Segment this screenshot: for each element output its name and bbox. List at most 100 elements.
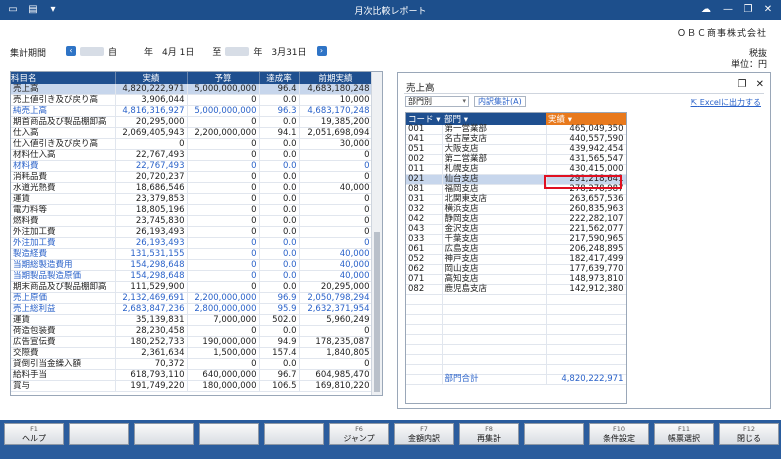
next-period-button[interactable]: › [316,46,327,56]
table-cell: 0.0 [259,259,300,272]
table-row[interactable]: 011 札幌支店 430,415,000 [406,164,626,176]
table-cell [442,294,547,306]
table-row[interactable]: 荷造包装費 28,230,458 0 0.0 0 [11,325,373,338]
table-row[interactable]: 運賃 23,379,853 0 0.0 0 [11,193,373,206]
function-key-button[interactable] [69,423,129,445]
function-key-button[interactable]: F6 ジャンプ [329,423,389,445]
table-row[interactable]: 042 静岡支店 222,282,107 [406,214,626,226]
table-row[interactable]: 売上原価 2,132,469,691 2,200,000,000 96.9 2,050,… [11,292,373,305]
period-selector: ‹ 自 年 4月 1日 至 年 3月31日 › [66,45,327,58]
table-row[interactable]: 当期総製造費用 154,298,648 0 0.0 40,000 [11,259,373,272]
column-header[interactable]: 前期実績 [299,72,373,84]
period-from: 自 年 4月 1日 [108,47,195,58]
table-row[interactable]: 071 高知支店 148,973,810 [406,274,626,286]
table-row[interactable]: 082 鹿児島支店 142,912,380 [406,284,626,296]
table-row[interactable]: 賞与 191,749,220 180,000,000 106.5 169,810,220 [11,380,373,393]
table-row[interactable]: 期末商品及び製品棚卸高 111,529,900 0 0.0 20,295,000 [11,281,373,294]
table-row[interactable]: 032 横浜支店 260,835,963 [406,204,626,216]
close-detail-icon[interactable]: ✕ [756,79,764,90]
table-row[interactable]: 燃料費 23,745,830 0 0.0 0 [11,215,373,228]
table-cell: 外注加工費 [11,226,116,239]
table-row[interactable]: 仕入高 2,069,405,943 2,200,000,000 94.1 2,051,6… [11,127,373,140]
excel-export-link[interactable]: ⇱ Excelに出力する [691,97,761,108]
table-cell: 0.0 [259,182,300,195]
table-row[interactable]: 運賃 35,139,831 7,000,000 502.0 5,960,249 [11,314,373,327]
table-row[interactable]: 061 広島支店 206,248,895 [406,244,626,256]
column-header[interactable]: 達成率 [259,72,300,84]
table-row[interactable]: 仕入値引き及び戻り高 0 0 0.0 30,000 [11,138,373,151]
function-key-button[interactable]: F1 ヘルプ [4,423,64,445]
function-key-button[interactable] [134,423,194,445]
table-row[interactable]: 当期製品製造原価 154,298,648 0 0.0 40,000 [11,270,373,283]
department-table-wrap: コード ▾ 部門 ▾ 実績 ▾ 001 第一営業部 465,049,350 041 名古屋支… [405,112,627,404]
table-row[interactable]: 売上値引き及び戻り高 3,906,044 0 0.0 10,000 [11,94,373,107]
function-key-button[interactable] [264,423,324,445]
table-row[interactable]: 材料費 22,767,493 0 0.0 0 [11,160,373,173]
function-key-button[interactable]: F8 再集計 [459,423,519,445]
table-row[interactable]: 純売上高 4,816,316,927 5,000,000,000 96.3 4,683,… [11,105,373,118]
prev-period-button[interactable]: ‹ [66,46,76,56]
table-row[interactable]: 043 金沢支店 221,562,077 [406,224,626,236]
function-key-label: ジャンプ [343,434,375,443]
column-header[interactable]: 科目名 [11,72,116,84]
empty-row [406,334,626,346]
table-row[interactable]: 広告宣伝費 180,252,733 190,000,000 94.9 178,235,0… [11,336,373,349]
table-cell: 20,295,000 [115,116,188,129]
table-cell: 22,767,493 [115,149,188,162]
function-key-number: F1 [30,425,38,433]
table-cell: 062 [406,264,443,276]
table-row[interactable]: 外注加工費 26,193,493 0 0.0 0 [11,237,373,250]
table-row[interactable]: 電力料等 18,805,196 0 0.0 0 [11,204,373,217]
column-header[interactable]: 予算 [187,72,260,84]
table-row[interactable]: 052 神戸支店 182,417,499 [406,254,626,266]
minimize-button[interactable]: — [720,2,736,18]
vertical-scrollbar[interactable] [371,72,382,395]
table-cell: 169,810,220 [299,380,373,393]
app-logo-icon: ☁ [701,4,711,15]
table-cell: 40,000 [299,270,373,283]
table-row[interactable]: 売上総利益 2,683,847,236 2,800,000,000 95.9 2,632… [11,303,373,316]
table-cell: 051 [406,144,443,156]
table-cell: 0 [187,171,260,184]
table-row[interactable]: 消耗品費 20,720,237 0 0.0 0 [11,171,373,184]
breakdown-select[interactable]: 部門別 ▾ [405,96,469,107]
table-cell [546,334,626,346]
table-row[interactable]: 031 北関東支店 263,657,536 [406,194,626,206]
table-cell: 電力料等 [11,204,116,217]
table-cell [406,344,443,356]
function-key-button[interactable]: F11 帳票選択 [654,423,714,445]
table-row[interactable]: 外注加工費 26,193,493 0 0.0 0 [11,226,373,239]
function-key-button[interactable]: F7 金額内訳 [394,423,454,445]
table-cell: 0 [299,226,373,239]
column-header[interactable]: 実績 [115,72,188,84]
table-cell: 1,840,805 [299,347,373,360]
table-row[interactable]: 貸倒引当金繰入額 70,372 0 0.0 0 [11,358,373,371]
table-row[interactable]: 002 第二営業部 431,565,547 [406,154,626,166]
popout-icon[interactable]: ❐ [737,79,746,90]
table-cell: 041 [406,134,443,146]
function-key-button[interactable]: F10 条件設定 [589,423,649,445]
detail-aggregate-button[interactable]: 内訳集計(A) [474,96,526,107]
table-cell: 0 [299,160,373,173]
function-key-button[interactable] [524,423,584,445]
function-key-bar: F1 ヘルプ F6 ジャンプ F7 金額内訳 F8 再集計 F10 条件設定 F11 帳票選択 F12 閉… [0,420,781,459]
table-row[interactable]: 売上高 4,820,222,971 5,000,000,000 96.4 4,683,1… [11,84,373,96]
table-row[interactable]: 期首商品及び製品棚卸高 20,295,000 0 0.0 19,385,200 [11,116,373,129]
table-row[interactable]: 033 千葉支店 217,590,965 [406,234,626,246]
table-row[interactable]: 交際費 2,361,634 1,500,000 157.4 1,840,805 [11,347,373,360]
table-row[interactable]: 041 名古屋支店 440,557,590 [406,134,626,146]
function-key-button[interactable]: F12 閉じる [719,423,779,445]
detail-panel: 売上高 ❐ ✕ 部門別 ▾ 内訳集計(A) ⇱ Excelに出力する コード ▾… [397,72,771,409]
restore-button[interactable]: ❐ [740,2,756,18]
close-button[interactable]: ✕ [760,2,776,18]
table-row[interactable]: 062 岡山支店 177,639,770 [406,264,626,276]
table-row[interactable]: 051 大阪支店 439,942,454 [406,144,626,156]
table-row[interactable]: 給料手当 618,793,110 640,000,000 96.7 604,985,47… [11,369,373,382]
table-row[interactable]: 製造経費 131,531,155 0 0.0 40,000 [11,248,373,261]
table-row[interactable]: 水道光熱費 18,686,546 0 0.0 40,000 [11,182,373,195]
table-cell: 131,531,155 [115,248,188,261]
table-row[interactable]: 材料仕入高 22,767,493 0 0.0 0 [11,149,373,162]
table-cell: 0 [187,325,260,338]
scroll-thumb[interactable] [374,232,380,392]
function-key-button[interactable] [199,423,259,445]
